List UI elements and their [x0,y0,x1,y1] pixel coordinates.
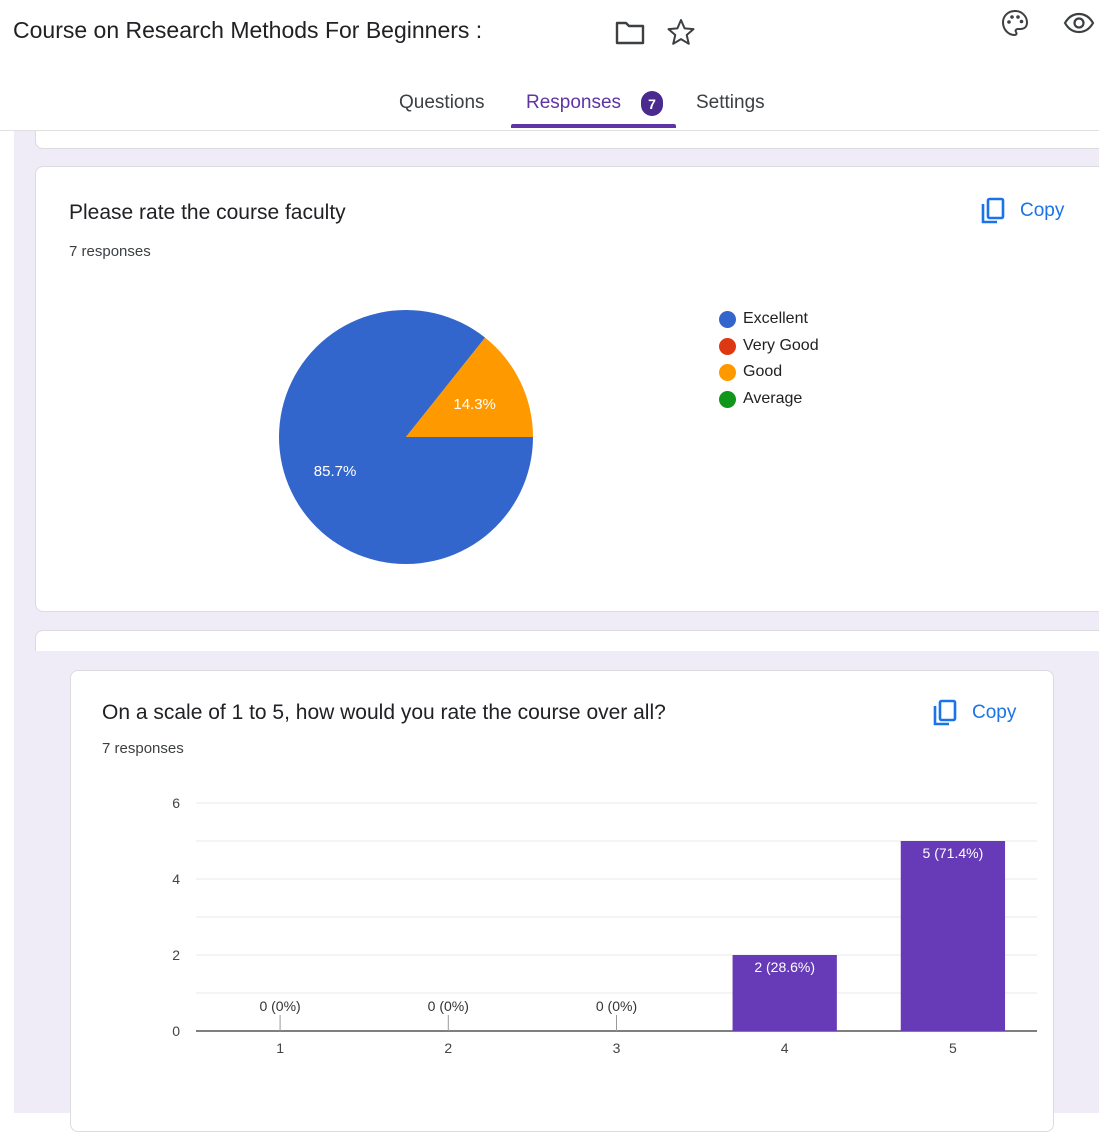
bar-data-label: 2 (28.6%) [754,959,815,975]
legend-dot-excellent [719,310,736,328]
y-tick-label: 6 [172,795,180,811]
pie-chart: 85.7% 14.3% [279,309,533,564]
pie-slice-label: 85.7% [314,463,357,480]
star-icon[interactable] [666,17,696,47]
legend-label: Excellent [743,310,808,327]
x-tick-label: 1 [276,1040,284,1056]
form-title[interactable]: Course on Research Methods For Beginners… [13,17,482,44]
legend-dot-average [719,390,736,408]
y-tick-label: 2 [172,947,180,963]
question-card-faculty: Please rate the course faculty 7 respons… [35,166,1099,612]
bar-data-label: 5 (71.4%) [923,845,984,861]
bar-data-label: 0 (0%) [428,998,469,1014]
legend-label: Average [743,390,803,407]
palette-icon[interactable] [1000,8,1030,38]
tab-questions[interactable]: Questions [399,92,485,114]
question-title: Please rate the course faculty [69,201,346,224]
responses-count-badge: 7 [641,91,663,116]
eye-icon[interactable] [1062,8,1096,38]
legend-label: Very Good [743,337,819,354]
y-tick-label: 4 [172,871,180,887]
legend-item-average: Average [719,390,802,408]
previous-card-bottom [35,131,1099,149]
question-card-overall-rating: On a scale of 1 to 5, how would you rate… [70,670,1054,1132]
copy-icon [981,197,1005,224]
bar-chart: 0 2 4 6 0 (0%) 1 0 (0%) 2 0 (0%) 3 2 (28.6%) 4 5 (71… [172,795,1037,1056]
y-tick-label: 0 [172,1023,180,1039]
response-count: 7 responses [69,243,151,260]
bar-data-label: 0 (0%) [259,998,300,1014]
tab-settings[interactable]: Settings [696,92,765,114]
x-tick-label: 4 [781,1040,789,1056]
x-tick-label: 3 [613,1040,621,1056]
x-tick-label: 5 [949,1040,957,1056]
folder-icon[interactable] [614,18,646,46]
bar-data-label: 0 (0%) [596,998,637,1014]
tab-responses[interactable]: Responses [526,92,621,114]
legend-item-good: Good [719,363,782,381]
bar-5 [900,841,1006,1031]
x-tick-label: 2 [444,1040,452,1056]
legend-item-very-good: Very Good [719,337,819,355]
next-card-top [35,630,1099,651]
legend-dot-good [719,363,736,381]
pie-slice-label: 14.3% [453,396,496,413]
legend-item-excellent: Excellent [719,310,808,328]
app-header: Course on Research Methods For Beginners… [0,0,1099,131]
legend-dot-very-good [719,337,736,355]
legend-label: Good [743,363,783,380]
copy-chart-button[interactable]: Copy [980,197,1064,225]
active-tab-indicator [511,124,676,128]
copy-label: Copy [1020,200,1065,221]
